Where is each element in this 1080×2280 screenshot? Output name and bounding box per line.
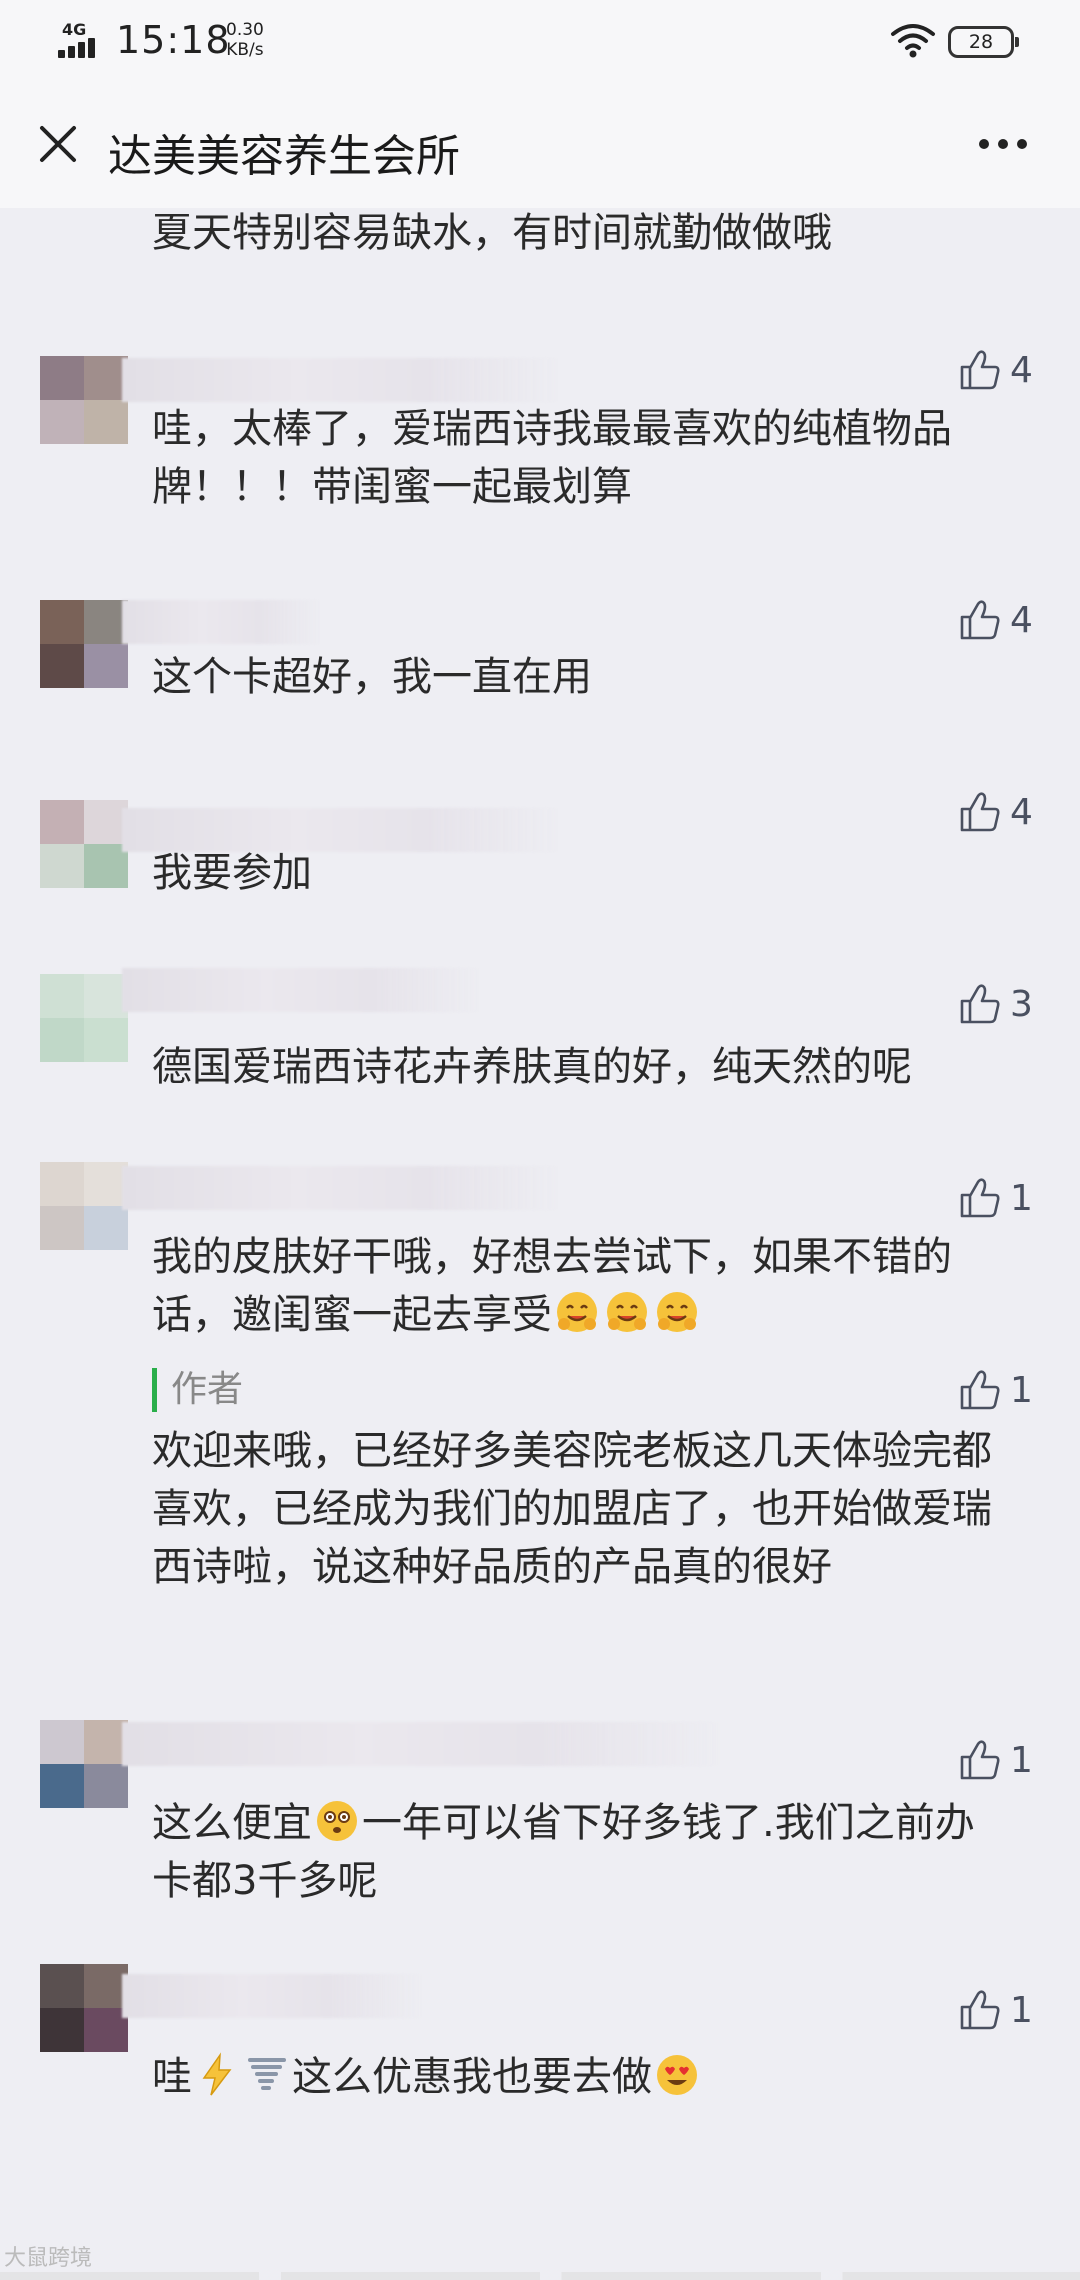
thumbs-up-icon [960, 1990, 1000, 2030]
page-title: 达美美容养生会所 [108, 131, 460, 182]
flushed-face-emoji [317, 1801, 357, 1841]
avatar[interactable] [40, 1720, 128, 1808]
speed-unit: KB/s [226, 40, 264, 60]
thumbs-up-icon [960, 350, 1000, 390]
avatar[interactable] [40, 600, 128, 688]
more-icon[interactable] [968, 114, 1038, 174]
like-button[interactable]: 4 [958, 596, 1068, 644]
thumbs-up-icon [960, 1740, 1000, 1780]
comment-text: 夏天特别容易缺水，有时间就勤做做哦 [152, 210, 832, 256]
like-button[interactable]: 1 [958, 1366, 1068, 1414]
like-button[interactable]: 4 [958, 788, 1068, 836]
like-count: 4 [1010, 349, 1033, 391]
avatar[interactable] [40, 800, 128, 888]
comment-text: 哇，太棒了，爱瑞西诗我最最喜欢的纯植物品牌！！！带闺蜜一起最划算 [152, 406, 952, 510]
like-count: 1 [1010, 1739, 1033, 1781]
like-button[interactable]: 1 [958, 1174, 1068, 1222]
nickname-blurred[interactable] [122, 1722, 722, 1766]
like-count: 1 [1010, 1177, 1033, 1219]
avatar[interactable] [40, 356, 128, 444]
comment-text: 我要参加 [152, 850, 312, 896]
like-count: 1 [1010, 1369, 1033, 1411]
thumbs-up-icon [960, 984, 1000, 1024]
comment-text-body: 我的皮肤好干哦，好想去尝试下，如果不错的话，邀闺蜜一起去享受 [152, 1234, 952, 1338]
thumbs-up-icon [960, 1370, 1000, 1410]
avatar[interactable] [40, 1964, 128, 2052]
nickname-blurred[interactable] [122, 1166, 562, 1210]
comment-text-part-a: 这么便宜 [152, 1800, 312, 1846]
footer-divider [0, 2272, 1080, 2280]
wifi-icon [891, 24, 935, 58]
like-button[interactable]: 3 [958, 980, 1068, 1028]
like-count: 1 [1010, 1989, 1033, 2031]
comment-text: 这么便宜 一年可以省下好多钱了.我们之前办卡都3千多呢 [152, 1794, 1012, 1910]
nickname-blurred[interactable] [122, 1974, 422, 2018]
nickname-blurred[interactable] [122, 968, 482, 1012]
speed-value: 0.30 [226, 20, 264, 40]
comment-text: 我的皮肤好干哦，好想去尝试下，如果不错的话，邀闺蜜一起去享受 [152, 1228, 1012, 1344]
thumbs-up-icon [960, 792, 1000, 832]
comment-text-part-a: 哇 [152, 2054, 192, 2100]
nickname-blurred[interactable] [122, 358, 562, 402]
lightning-emoji [202, 2052, 232, 2096]
hugging-face-emoji [657, 1292, 697, 1332]
like-count: 3 [1010, 983, 1033, 1025]
like-count: 4 [1010, 599, 1033, 641]
tornado-emoji [248, 2058, 286, 2090]
network-speed: 0.30 KB/s [226, 20, 264, 60]
clock: 15:18 [116, 18, 231, 62]
comment-text: 德国爱瑞西诗花卉养肤真的好，纯天然的呢 [152, 1044, 912, 1090]
like-button[interactable]: 4 [958, 346, 1068, 394]
avatar[interactable] [40, 1162, 128, 1250]
title-bar: 达美美容养生会所 [0, 84, 1080, 208]
comment-text: 欢迎来哦，已经好多美容院老板这几天体验完都喜欢，已经成为我们的加盟店了，也开始做… [152, 1428, 992, 1590]
heart-eyes-emoji [657, 2055, 697, 2095]
cellular-signal-icon: 4G [58, 20, 106, 60]
battery-indicator: 28 [948, 26, 1019, 58]
author-tag: 作者 [152, 1368, 243, 1412]
like-button[interactable]: 1 [958, 1986, 1068, 2034]
close-icon[interactable] [28, 114, 88, 174]
network-type: 4G [62, 20, 87, 39]
status-bar: 4G 15:18 0.30 KB/s 28 [0, 0, 1080, 84]
comment-text-part-b: 这么优惠我也要去做 [292, 2054, 652, 2100]
thumbs-up-icon [960, 1178, 1000, 1218]
avatar[interactable] [40, 974, 128, 1062]
thumbs-up-icon [960, 600, 1000, 640]
like-count: 4 [1010, 791, 1033, 833]
like-button[interactable]: 1 [958, 1736, 1068, 1784]
comment-text: 这个卡超好，我一直在用 [152, 654, 592, 700]
hugging-face-emoji [607, 1292, 647, 1332]
comment-text: 哇 这么优惠我也要去做 [152, 2048, 1012, 2106]
watermark: 大鼠跨境 [4, 2246, 93, 2271]
nickname-blurred[interactable] [122, 600, 322, 644]
hugging-face-emoji [557, 1292, 597, 1332]
